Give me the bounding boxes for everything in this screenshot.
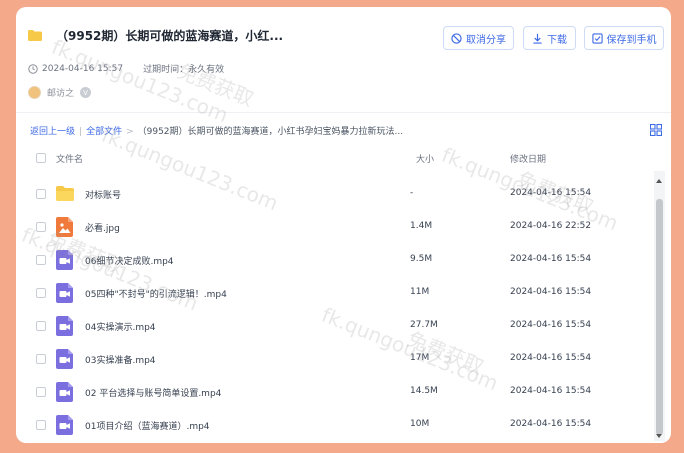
file-name[interactable]: 必看.jpg <box>85 221 120 234</box>
save-to-phone-button[interactable]: 保存到手机 <box>584 26 664 50</box>
column-size[interactable]: 大小 <box>416 152 434 165</box>
file-size: 14.5M <box>410 386 438 396</box>
row-checkbox[interactable] <box>36 255 46 265</box>
video-file-icon <box>56 349 73 369</box>
breadcrumb-back-link[interactable]: 返回上一级 <box>30 127 75 137</box>
row-checkbox[interactable] <box>36 189 46 199</box>
file-row[interactable]: 03实操准备.mp4 17M 2024-04-16 15:54 <box>16 342 654 375</box>
header-divider <box>16 112 671 113</box>
expire-time: 过期时间：永久有效 <box>143 65 225 75</box>
video-file-icon <box>56 250 73 270</box>
row-checkbox[interactable] <box>36 354 46 364</box>
row-checkbox[interactable] <box>36 420 46 430</box>
file-size: 27.7M <box>410 320 438 330</box>
file-row[interactable]: 01项目介绍（蓝海赛道）.mp4 10M 2024-04-16 15:54 <box>16 408 654 441</box>
video-file-icon <box>56 415 73 435</box>
folder-icon <box>28 30 42 41</box>
file-row[interactable]: 对标账号 - 2024-04-16 15:54 <box>16 177 654 210</box>
row-checkbox[interactable] <box>36 222 46 232</box>
file-date: 2024-04-16 15:54 <box>510 386 592 396</box>
file-size: 17M <box>410 353 430 363</box>
download-label: 下载 <box>547 34 567 46</box>
file-row[interactable]: 必看.jpg 1.4M 2024-04-16 22:52 <box>16 210 654 243</box>
file-name[interactable]: 05四种"不封号"的引流逻辑！.mp4 <box>85 287 227 300</box>
column-name[interactable]: 文件名 <box>56 152 83 165</box>
cancel-share-button[interactable]: 取消分享 <box>443 26 514 50</box>
scroll-up-arrow-icon[interactable] <box>656 179 662 183</box>
download-button[interactable]: 下载 <box>523 26 576 50</box>
file-date: 2024-04-16 15:54 <box>510 287 592 297</box>
file-date: 2024-04-16 15:54 <box>510 419 592 429</box>
file-row[interactable]: 02 平台选择与账号简单设置.mp4 14.5M 2024-04-16 15:5… <box>16 375 654 408</box>
share-user: 邮访之 V <box>28 86 92 99</box>
video-file-icon <box>56 283 73 303</box>
file-name[interactable]: 对标账号 <box>85 188 121 201</box>
scroll-thumb[interactable] <box>656 199 663 435</box>
avatar <box>28 86 41 99</box>
vertical-scrollbar[interactable] <box>654 171 665 441</box>
row-checkbox[interactable] <box>36 321 46 331</box>
download-icon <box>533 33 542 44</box>
file-row[interactable]: 04实操演示.mp4 27.7M 2024-04-16 15:54 <box>16 309 654 342</box>
file-row[interactable]: 06细节决定成败.mp4 9.5M 2024-04-16 15:54 <box>16 243 654 276</box>
share-header: （9952期）长期可做的蓝海赛道，小红... 取消分享 下载 保存到手机 202… <box>16 7 671 112</box>
share-date: 2024-04-16 15:57 <box>42 63 124 74</box>
cancel-share-label: 取消分享 <box>466 34 506 46</box>
share-title: （9952期）长期可做的蓝海赛道，小红... <box>56 29 284 43</box>
file-name[interactable]: 04实操演示.mp4 <box>85 320 156 333</box>
file-date: 2024-04-16 15:54 <box>510 254 592 264</box>
save-icon <box>591 32 603 44</box>
file-size: 1.4M <box>410 221 433 231</box>
table-header: 文件名 大小 修改日期 <box>16 148 656 168</box>
image-file-icon <box>56 217 73 237</box>
grid-view-icon[interactable] <box>650 124 662 136</box>
file-row[interactable]: 05四种"不封号"的引流逻辑！.mp4 11M 2024-04-16 15:54 <box>16 276 654 309</box>
scroll-down-arrow-icon[interactable] <box>656 434 662 438</box>
breadcrumb: 返回上一级 | 全部文件 > （9952期）长期可做的蓝海赛道，小红书孕妇宝妈暴力拉新玩… <box>30 127 404 137</box>
vip-badge-icon: V <box>80 87 92 98</box>
cancel-icon <box>451 32 462 44</box>
folder-icon <box>56 186 74 201</box>
file-name[interactable]: 02 平台选择与账号简单设置.mp4 <box>85 386 221 399</box>
video-file-icon <box>56 316 73 336</box>
breadcrumb-current: （9952期）长期可做的蓝海赛道，小红书孕妇宝妈暴力拉新玩法... <box>137 127 404 137</box>
file-date: 2024-04-16 22:52 <box>510 221 592 231</box>
column-date[interactable]: 修改日期 <box>510 152 546 165</box>
clock-icon <box>28 63 38 74</box>
username: 邮访之 <box>47 89 75 99</box>
select-all-checkbox[interactable] <box>36 153 46 163</box>
share-meta: 2024-04-16 15:57 过期时间：永久有效 <box>28 62 224 75</box>
save-to-phone-label: 保存到手机 <box>606 34 657 46</box>
file-date: 2024-04-16 15:54 <box>510 188 592 198</box>
file-size: 10M <box>410 419 430 429</box>
video-file-icon <box>56 382 73 402</box>
file-name[interactable]: 06细节决定成败.mp4 <box>85 254 174 267</box>
row-checkbox[interactable] <box>36 387 46 397</box>
file-date: 2024-04-16 15:54 <box>510 320 592 330</box>
file-size: 9.5M <box>410 254 433 264</box>
file-name[interactable]: 01项目介绍（蓝海赛道）.mp4 <box>85 419 210 432</box>
breadcrumb-all-files-link[interactable]: 全部文件 <box>86 127 122 137</box>
file-list: 对标账号 - 2024-04-16 15:54 必看.jpg 1.4M 2024… <box>16 177 654 443</box>
file-name[interactable]: 03实操准备.mp4 <box>85 353 156 366</box>
file-size: 11M <box>410 287 430 297</box>
share-card: （9952期）长期可做的蓝海赛道，小红... 取消分享 下载 保存到手机 202… <box>16 7 671 443</box>
file-size: - <box>410 188 414 198</box>
row-checkbox[interactable] <box>36 288 46 298</box>
file-date: 2024-04-16 15:54 <box>510 353 592 363</box>
